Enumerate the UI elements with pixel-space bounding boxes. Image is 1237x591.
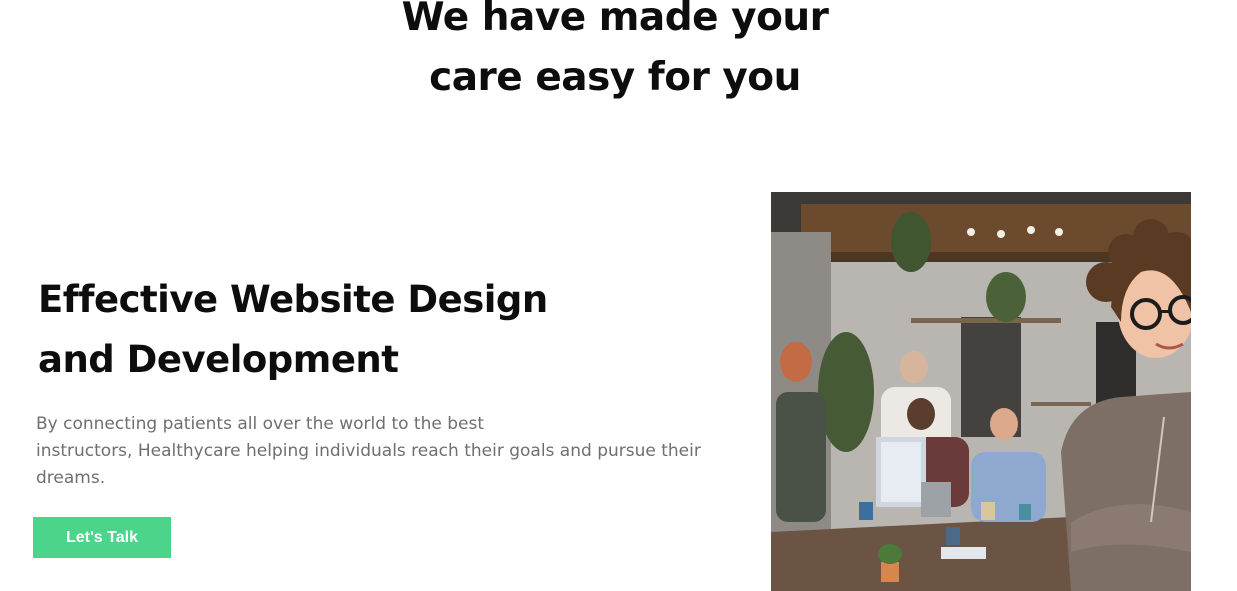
lets-talk-button[interactable]: Let's Talk [33, 517, 171, 558]
feature-description-line-2: instructors, Healthycare helping individ… [36, 441, 701, 461]
feature-description: By connecting patients all over the worl… [36, 411, 736, 492]
section-heading: We have made your care easy for you [0, 0, 1230, 108]
feature-description-line-1: By connecting patients all over the worl… [36, 414, 484, 434]
feature-title: Effective Website Design and Development [38, 270, 598, 390]
section-heading-line-2: care easy for you [429, 55, 801, 100]
feature-title-line-2: and Development [38, 338, 399, 381]
office-team-photo [771, 192, 1191, 591]
feature-description-line-3: dreams. [36, 468, 106, 488]
feature-title-line-1: Effective Website Design [38, 278, 548, 321]
section-heading-line-1: We have made your [401, 0, 829, 40]
